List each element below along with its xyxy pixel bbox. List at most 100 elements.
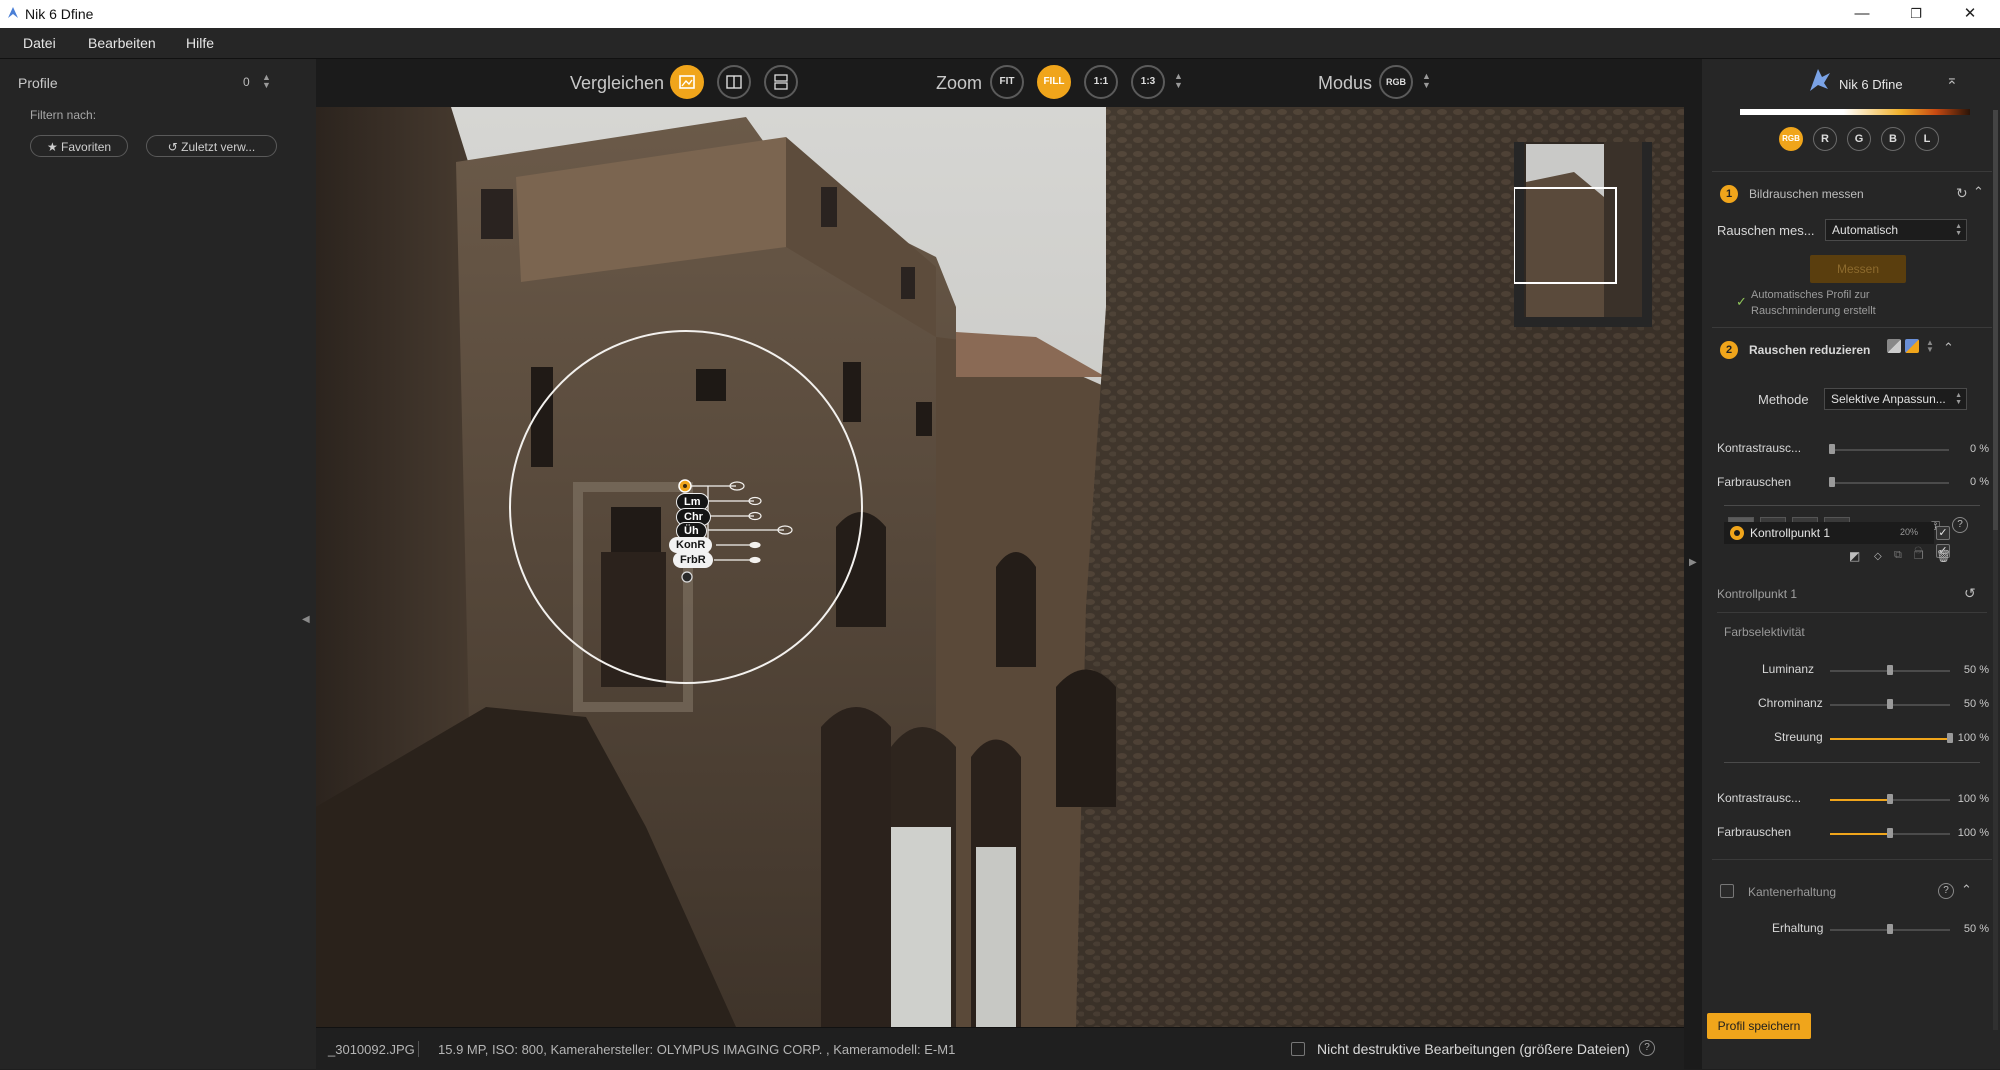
step-1-title[interactable]: Bildrauschen messen (1749, 187, 1864, 201)
method-label: Methode (1758, 392, 1809, 407)
edit-mask-icon[interactable]: ◩ (1849, 549, 1860, 563)
right-panel-edge: ▶ (1684, 59, 1702, 1069)
recent-filter-button[interactable]: ↺ Zuletzt verw... (146, 135, 277, 157)
method-dropdown[interactable]: Selektive Anpassun... ▲ ▼ (1824, 388, 1967, 410)
menu-hilfe[interactable]: Hilfe (186, 35, 214, 51)
collapse-step-2-icon[interactable]: ⌃ (1943, 340, 1954, 356)
navigator-thumbnail[interactable] (1514, 142, 1652, 327)
bw-noise-icon[interactable] (1887, 339, 1901, 353)
collapse-right-panel-icon[interactable]: ▶ (1689, 557, 1697, 568)
slider-knob[interactable] (1829, 444, 1835, 454)
add-point-icon[interactable]: ◇ (1874, 551, 1882, 562)
channel-l-button[interactable]: L (1915, 127, 1939, 151)
dropdown-arrows-icon: ▲ ▼ (1955, 223, 1962, 237)
reset-control-point-icon[interactable]: ↺ (1964, 585, 1976, 602)
cp-contrast-noise-slider[interactable] (1830, 794, 1950, 804)
menu-datei[interactable]: Datei (23, 35, 56, 51)
edge-preservation-checkbox[interactable] (1720, 884, 1734, 898)
divider (1712, 327, 1992, 328)
divider (1724, 505, 1980, 506)
slider-knob[interactable] (1829, 477, 1835, 487)
help-icon[interactable]: ? (1952, 517, 1968, 533)
mode-stepper-icon[interactable]: ▲ ▼ (1422, 72, 1431, 90)
step-2-badge: 2 (1720, 341, 1738, 359)
zoom-1-1-button[interactable]: 1:1 (1084, 65, 1118, 99)
close-button[interactable]: ✕ (1942, 0, 1998, 28)
image-canvas[interactable]: Lm Chr Üh KonR FrbR (316, 107, 1684, 1027)
slider-knob[interactable] (1887, 699, 1893, 709)
zoom-fit-button[interactable]: FIT (990, 65, 1024, 99)
slider-knob[interactable] (1887, 665, 1893, 675)
profiles-panel: Profile 0 ▲ ▼ Filtern nach: ★ Favoriten ↺… (0, 59, 316, 1069)
channel-rgb-button[interactable]: RGB (1779, 127, 1803, 151)
group-icon[interactable]: ⧉ (1894, 549, 1902, 562)
zoom-fill-button[interactable]: FILL (1037, 65, 1071, 99)
contrast-noise-handle-label[interactable]: KonR (669, 537, 713, 553)
single-view-button[interactable] (670, 65, 704, 99)
split-view-button[interactable] (717, 65, 751, 99)
slider-fill (1830, 738, 1950, 740)
profiles-count: 0 (243, 75, 250, 89)
cp-color-noise-slider[interactable] (1830, 828, 1950, 838)
global-contrast-noise-slider[interactable] (1829, 444, 1949, 454)
channel-r-button[interactable]: R (1813, 127, 1837, 151)
step-2-title[interactable]: Rauschen reduzieren (1749, 343, 1870, 357)
chrominance-label: Chrominanz (1758, 696, 1823, 710)
right-panel-scrollbar[interactable] (1993, 110, 1998, 1030)
zoom-label: Zoom (936, 73, 983, 93)
collapse-edge-icon[interactable]: ⌃ (1961, 882, 1972, 898)
nondestructive-checkbox[interactable] (1291, 1042, 1305, 1056)
menu-bearbeiten[interactable]: Bearbeiten (88, 35, 156, 51)
divider (1712, 859, 1992, 860)
panel-app-name: Nik 6 Dfine (1839, 77, 1903, 92)
edge-preservation-title[interactable]: Kantenerhaltung (1748, 885, 1836, 899)
side-by-side-view-button[interactable] (764, 65, 798, 99)
channel-g-button[interactable]: G (1847, 127, 1871, 151)
collapse-panel-icon[interactable]: ⌅ (1946, 71, 1958, 88)
edge-help-icon[interactable]: ? (1938, 883, 1954, 899)
app-icon (8, 7, 18, 18)
color-noise-icon[interactable] (1905, 339, 1919, 353)
control-point-enable-checkbox[interactable]: ✓ (1936, 526, 1950, 540)
settings-panel: Nik 6 Dfine ⌅ RGB R G B L 1 Bildrauschen… (1702, 59, 2000, 1069)
menu-bar: Datei Bearbeiten Hilfe (0, 28, 2000, 59)
collapse-left-panel-icon[interactable]: ◀ (302, 614, 310, 625)
delete-icon[interactable]: 🗑 (1936, 549, 1951, 563)
zoom-1-3-button[interactable]: 1:3 (1131, 65, 1165, 99)
scrollbar-thumb[interactable] (1993, 110, 1998, 530)
chrominance-value: 50 % (1963, 698, 1989, 710)
spread-value: 100 % (1957, 732, 1989, 744)
cp-color-noise-label: Farbrauschen (1717, 825, 1792, 839)
save-profile-button[interactable]: Profil speichern (1707, 1013, 1811, 1039)
luminance-slider[interactable] (1830, 665, 1950, 675)
measure-noise-dropdown[interactable]: Automatisch ▲ ▼ (1825, 219, 1967, 241)
edge-preservation-slider[interactable] (1830, 924, 1950, 934)
zoom-stepper-icon[interactable]: ▲ ▼ (1174, 72, 1183, 90)
control-point-row[interactable]: Kontrollpunkt 1 20% (1724, 522, 1934, 544)
duplicate-icon[interactable]: ❐ (1914, 549, 1924, 562)
spread-slider[interactable] (1830, 733, 1953, 743)
chrominance-slider[interactable] (1830, 699, 1950, 709)
color-noise-handle-label[interactable]: FrbR (673, 552, 713, 568)
collapse-step-1-icon[interactable]: ⌃ (1973, 184, 1984, 200)
global-color-noise-value: 0 % (1970, 476, 1989, 488)
slider-knob[interactable] (1887, 828, 1893, 838)
slider-fill (1830, 799, 1890, 801)
global-contrast-noise-label: Kontrastrausc... (1717, 441, 1802, 455)
step-2-sort-icon[interactable]: ▲ ▼ (1926, 339, 1934, 354)
profiles-sort-icon[interactable]: ▲ ▼ (262, 73, 271, 90)
minimize-button[interactable]: — (1834, 0, 1890, 28)
reset-step-1-icon[interactable]: ↻ (1956, 185, 1968, 202)
favorites-filter-button[interactable]: ★ Favoriten (30, 135, 128, 157)
maximize-button[interactable]: ❐ (1888, 0, 1944, 28)
slider-knob[interactable] (1887, 924, 1893, 934)
nondestructive-label[interactable]: Nicht destruktive Bearbeitungen (größere… (1317, 1041, 1630, 1057)
profiles-title: Profile (18, 75, 58, 91)
channel-b-button[interactable]: B (1881, 127, 1905, 151)
help-icon[interactable]: ? (1639, 1040, 1655, 1056)
edge-preservation-value: 50 % (1963, 923, 1989, 935)
measure-button[interactable]: Messen (1810, 255, 1906, 283)
mode-rgb-button[interactable]: RGB (1379, 65, 1413, 99)
global-color-noise-slider[interactable] (1829, 477, 1949, 487)
slider-knob[interactable] (1887, 794, 1893, 804)
